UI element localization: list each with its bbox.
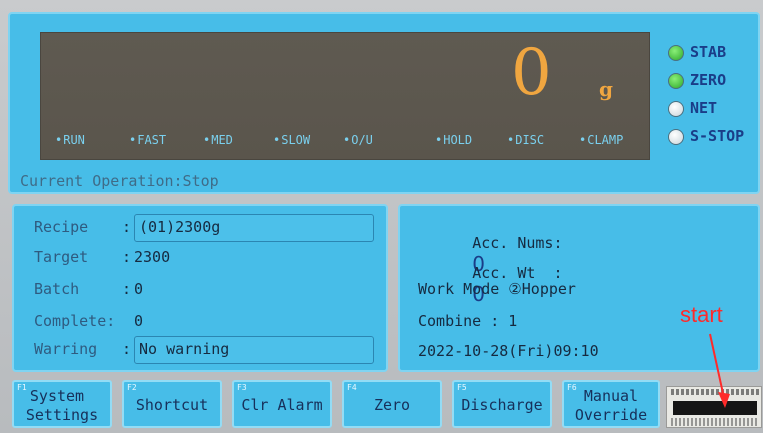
net-led-icon <box>668 101 684 117</box>
fkey-label: Discharge <box>461 396 543 414</box>
recipe-colon: : <box>122 218 132 236</box>
batch-row: Batch : 0 <box>34 276 384 302</box>
status-light-med: MED <box>203 133 233 147</box>
fkey-label-line1: System <box>29 387 85 405</box>
status-light-disc: DISC <box>507 133 544 147</box>
discharge-button[interactable]: F5 Discharge <box>452 380 552 428</box>
status-light-hold: HOLD <box>435 133 472 147</box>
complete-value: 0 <box>134 312 144 330</box>
zero-led-icon <box>668 73 684 89</box>
work-mode-text: Work Mode ②Hopper <box>418 280 576 298</box>
warring-colon: : <box>122 340 132 358</box>
status-light-run: RUN <box>55 133 85 147</box>
zero-button[interactable]: F4 Zero <box>342 380 442 428</box>
status-light-ou: O/U <box>343 133 373 147</box>
fkey-label: Shortcut <box>135 396 209 414</box>
s-stop-led-icon <box>668 129 684 145</box>
target-value: 2300 <box>134 248 171 266</box>
fkey-label-line1: Manual <box>583 387 639 405</box>
hmi-screen: 0 g RUN FAST MED SLOW O/U HOLD DISC CLAM… <box>0 0 763 433</box>
weight-value: 0 <box>511 36 552 110</box>
status-light-clamp: CLAMP <box>579 133 623 147</box>
weight-display: 0 g RUN FAST MED SLOW O/U HOLD DISC CLAM… <box>40 32 650 160</box>
target-label: Target <box>34 248 89 266</box>
fkey-number: F3 <box>237 383 247 392</box>
shortcut-button[interactable]: F2 Shortcut <box>122 380 222 428</box>
weight-panel: 0 g RUN FAST MED SLOW O/U HOLD DISC CLAM… <box>8 12 760 194</box>
fkey-number: F2 <box>127 383 137 392</box>
warning-field: No warning <box>134 336 374 364</box>
recipe-row: Recipe : (01)2300g <box>34 214 384 242</box>
indicator-label: NET <box>690 99 718 117</box>
annotation-arrow-icon <box>709 333 730 408</box>
complete-row: Complete: 0 <box>34 308 384 334</box>
label-fine-print-bottom <box>671 418 759 426</box>
status-light-slow: SLOW <box>273 133 310 147</box>
fkey-label: Zero <box>373 396 411 414</box>
batch-label: Batch <box>34 280 80 298</box>
current-operation-text: Current Operation:Stop <box>20 172 219 190</box>
indicator-label: ZERO <box>690 71 727 89</box>
complete-label: Complete: <box>34 312 116 330</box>
indicator-net: NET <box>668 98 763 122</box>
recipe-info-panel: Recipe : (01)2300g Target : 2300 Batch :… <box>12 204 388 372</box>
fkey-label-line2: Override <box>574 406 648 424</box>
fkey-label: Clr Alarm <box>241 396 323 414</box>
warring-label: Warring <box>34 340 98 358</box>
status-lights-row: RUN FAST MED SLOW O/U HOLD DISC CLAMP <box>41 133 649 153</box>
system-settings-button[interactable]: F1 System Settings <box>12 380 112 428</box>
target-colon: : <box>122 248 132 266</box>
indicator-zero: ZERO <box>668 70 763 94</box>
status-light-fast: FAST <box>129 133 166 147</box>
fkey-number: F5 <box>457 383 467 392</box>
batch-value: 0 <box>134 280 144 298</box>
recipe-field[interactable]: (01)2300g <box>134 214 374 242</box>
combine-text: Combine : 1 <box>418 312 518 330</box>
manual-override-button[interactable]: F6 Manual Override <box>562 380 660 428</box>
target-row: Target : 2300 <box>34 244 384 270</box>
weight-unit: g <box>599 77 613 101</box>
datetime-text: 2022-10-28(Fri)09:10 <box>418 342 599 360</box>
indicator-s-stop: S-STOP <box>668 126 763 150</box>
fkey-label-line2: Settings <box>25 406 99 424</box>
function-key-bar: F1 System Settings F2 Shortcut F3 Clr Al… <box>0 378 763 433</box>
batch-colon: : <box>122 280 132 298</box>
recipe-label: Recipe <box>34 218 89 236</box>
clr-alarm-button[interactable]: F3 Clr Alarm <box>232 380 332 428</box>
stab-led-icon <box>668 45 684 61</box>
indicator-stab: STAB <box>668 42 763 66</box>
fkey-number: F4 <box>347 383 357 392</box>
warring-row: Warring : No warning <box>34 336 384 364</box>
start-annotation: start <box>680 302 723 327</box>
indicator-label: S-STOP <box>690 127 745 145</box>
indicator-label: STAB <box>690 43 727 61</box>
